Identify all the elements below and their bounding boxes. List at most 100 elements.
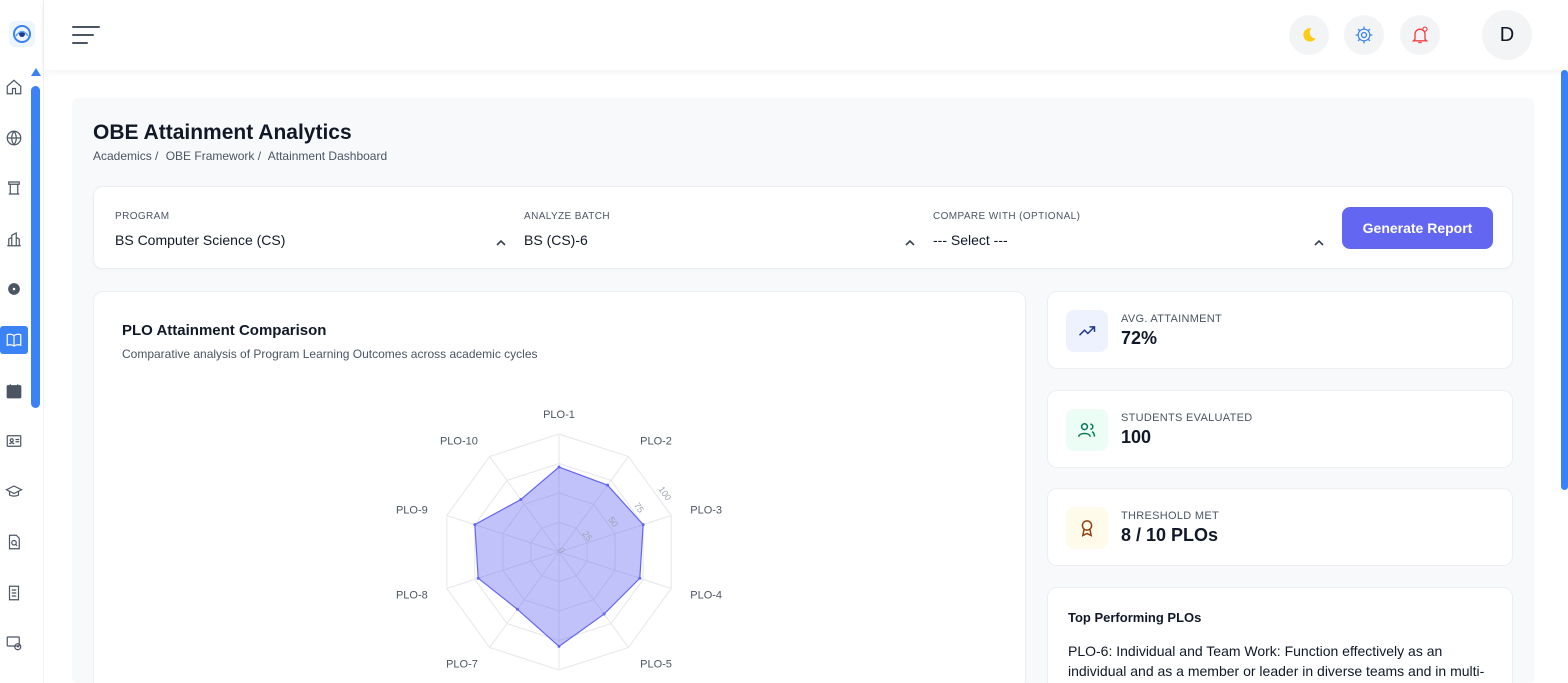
- sidebar-item-building[interactable]: [4, 229, 24, 249]
- scroll-icon: [8, 181, 20, 195]
- theme-toggle-button[interactable]: [1289, 15, 1329, 55]
- building-icon: [7, 232, 21, 247]
- sidebar-item-id-card[interactable]: [4, 431, 24, 451]
- radar-data-point: [557, 644, 561, 648]
- radar-data-point: [473, 523, 477, 527]
- sidebar-item-calendar[interactable]: [4, 381, 24, 401]
- scroll-up-arrow-icon[interactable]: [31, 68, 41, 76]
- chart-title: PLO Attainment Comparison: [122, 322, 327, 339]
- top-performing-card: Top Performing PLOs PLO-6: Individual an…: [1047, 587, 1513, 683]
- stat-icon-box: [1066, 310, 1108, 352]
- breadcrumb-academics[interactable]: Academics /: [93, 149, 158, 163]
- gear-icon: [8, 283, 20, 295]
- graduation-cap-icon: [5, 485, 23, 497]
- sidebar-item-scroll[interactable]: [4, 178, 24, 198]
- notifications-button[interactable]: [1400, 15, 1440, 55]
- radar-data-point: [638, 576, 642, 580]
- compare-value[interactable]: --- Select ---: [933, 232, 1008, 248]
- top-header: D: [44, 0, 1568, 70]
- stat-icon-box: [1066, 409, 1108, 451]
- radar-data-point: [515, 607, 519, 611]
- stat-card-avg-attainment: AVG. ATTAINMENT 72%: [1047, 291, 1513, 369]
- book-open-icon: [6, 333, 22, 347]
- moon-icon: [1303, 28, 1316, 42]
- filter-card: PROGRAM BS Computer Science (CS) ANALYZE…: [93, 186, 1513, 269]
- home-icon: [6, 79, 22, 95]
- stat-label: STUDENTS EVALUATED: [1121, 412, 1253, 424]
- document-list-icon: [8, 585, 20, 601]
- program-value[interactable]: BS Computer Science (CS): [115, 232, 285, 248]
- globe-icon: [6, 130, 22, 146]
- radar-category-label: PLO-1: [543, 409, 575, 421]
- logo-icon: [13, 25, 31, 43]
- generate-report-button[interactable]: Generate Report: [1342, 207, 1493, 249]
- radar-data-point: [606, 483, 610, 487]
- radar-category-label: PLO-9: [396, 504, 428, 516]
- app-logo[interactable]: [9, 21, 35, 47]
- sidebar-item-document-search[interactable]: [4, 532, 24, 552]
- chevron-up-icon[interactable]: [905, 235, 915, 246]
- stat-value: 8 / 10 PLOs: [1121, 525, 1219, 545]
- chevron-up-icon[interactable]: [496, 235, 506, 246]
- compare-select[interactable]: COMPARE WITH (OPTIONAL) --- Select ---: [933, 187, 1327, 270]
- program-label: PROGRAM: [115, 211, 170, 222]
- radar-category-label: PLO-7: [446, 659, 478, 671]
- id-card-icon: [6, 435, 22, 447]
- program-select[interactable]: PROGRAM BS Computer Science (CS): [115, 187, 509, 270]
- top-performing-text: PLO-6: Individual and Team Work: Functio…: [1068, 643, 1485, 679]
- compare-label: COMPARE WITH (OPTIONAL): [933, 211, 1081, 222]
- plo-radar-chart: 0255075100PLO-1PLO-2PLO-3PLO-4PLO-5PLO-6…: [396, 409, 722, 671]
- radar-data-point: [519, 497, 523, 501]
- sidebar-item-graduation[interactable]: [4, 482, 24, 502]
- plo-chart-card: PLO Attainment Comparison Comparative an…: [93, 291, 1026, 683]
- stat-card-students-evaluated: STUDENTS EVALUATED 100: [1047, 390, 1513, 468]
- breadcrumb: Academics / OBE Framework / Attainment D…: [93, 149, 391, 163]
- sidebar-item-academics[interactable]: [0, 326, 28, 354]
- stat-label: THRESHOLD MET: [1121, 510, 1220, 522]
- breadcrumb-obe-framework[interactable]: OBE Framework /: [166, 149, 261, 163]
- sidebar-item-globe[interactable]: [4, 128, 24, 148]
- radar-series-area: [474, 466, 644, 648]
- monitor-clock-icon: [6, 636, 22, 651]
- sidebar-scrollbar[interactable]: [31, 68, 41, 683]
- radar-tick-label: 100: [656, 484, 673, 502]
- stat-card-threshold-met: THRESHOLD MET 8 / 10 PLOs: [1047, 488, 1513, 566]
- users-icon: [1077, 423, 1096, 437]
- breadcrumb-attainment-dashboard: Attainment Dashboard: [267, 149, 388, 163]
- sidebar-item-home[interactable]: [4, 77, 24, 97]
- page-title: OBE Attainment Analytics: [93, 121, 352, 144]
- calendar-icon: [6, 384, 22, 399]
- radar-category-label: PLO-5: [640, 659, 672, 671]
- radar-data-point: [641, 523, 645, 527]
- radar-category-label: PLO-2: [640, 435, 672, 447]
- sidebar-item-document-list[interactable]: [4, 583, 24, 603]
- stat-value: 100: [1121, 427, 1152, 447]
- sidebar-item-settings[interactable]: [4, 279, 24, 299]
- radar-data-point: [476, 576, 480, 580]
- radar-category-label: PLO-8: [396, 590, 428, 602]
- top-performing-title: Top Performing PLOs: [1068, 610, 1202, 625]
- chart-subtitle: Comparative analysis of Program Learning…: [122, 347, 538, 361]
- bell-icon: [1411, 26, 1429, 44]
- radar-category-label: PLO-3: [690, 504, 722, 516]
- sidebar-scroll-thumb[interactable]: [31, 86, 40, 408]
- radar-category-label: PLO-4: [690, 590, 722, 602]
- stat-icon-box: [1066, 507, 1108, 549]
- page-scrollbar[interactable]: [1561, 70, 1568, 490]
- settings-button[interactable]: [1344, 15, 1384, 55]
- chevron-up-icon[interactable]: [1314, 235, 1324, 246]
- document-search-icon: [8, 534, 20, 550]
- trending-up-icon: [1078, 326, 1096, 336]
- stat-label: AVG. ATTAINMENT: [1121, 313, 1223, 325]
- batch-select[interactable]: ANALYZE BATCH BS (CS)-6: [524, 187, 918, 270]
- sidebar-rail: [0, 0, 44, 683]
- stat-value: 72%: [1121, 328, 1158, 348]
- award-icon: [1081, 520, 1093, 537]
- batch-value[interactable]: BS (CS)-6: [524, 232, 588, 248]
- batch-label: ANALYZE BATCH: [524, 211, 610, 222]
- sidebar-item-monitor-clock[interactable]: [4, 633, 24, 653]
- radar-data-point: [602, 612, 606, 616]
- hamburger-icon[interactable]: [72, 26, 102, 44]
- gear-icon: [1355, 26, 1373, 44]
- avatar[interactable]: D: [1482, 10, 1532, 60]
